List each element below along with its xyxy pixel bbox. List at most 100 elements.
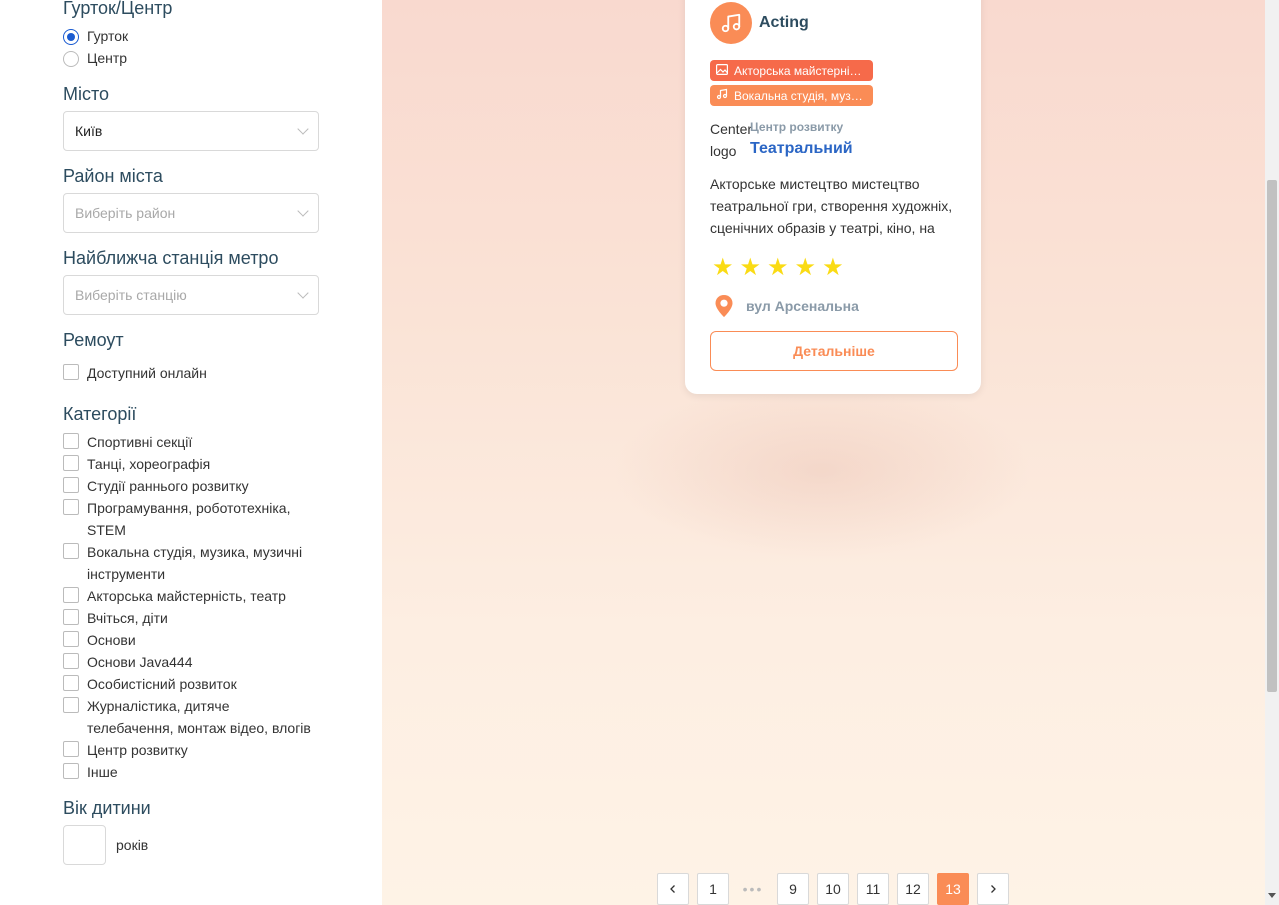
music-note-icon	[710, 2, 752, 44]
checkbox[interactable]	[63, 653, 79, 669]
card-address: вул Арсенальна	[746, 298, 859, 314]
category-label: Вокальна студія, музика, музичні інструм…	[87, 544, 303, 582]
district-select[interactable]: Виберіть район	[63, 193, 319, 233]
radio-label: Гурток	[87, 28, 129, 44]
checkbox[interactable]	[63, 433, 79, 449]
scrollbar-thumb[interactable]	[1267, 180, 1277, 692]
city-select[interactable]: Київ	[63, 111, 319, 151]
picture-icon	[716, 63, 729, 78]
category-checkbox[interactable]: Танці, хореографія	[63, 453, 315, 475]
next-page-button[interactable]	[977, 873, 1009, 905]
center-type: Центр розвитку	[750, 120, 844, 134]
district-filter-title: Район міста	[63, 166, 163, 186]
metro-select-placeholder: Виберіть станцію	[75, 287, 187, 303]
category-checkbox[interactable]: Вокальна студія, музика, музичні інструм…	[63, 541, 315, 585]
tag-label: Акторська майстерність, театр	[734, 63, 867, 78]
checkbox[interactable]	[63, 543, 79, 559]
categories-filter-title: Категорії	[63, 404, 137, 424]
star-icon: ★	[712, 254, 734, 281]
category-checkbox[interactable]: Особистісний розвиток	[63, 673, 315, 695]
checkbox[interactable]	[63, 675, 79, 691]
remote-checkbox-row[interactable]: Доступний онлайн	[63, 362, 315, 384]
star-icon: ★	[767, 254, 789, 281]
page-button[interactable]: 10	[817, 873, 849, 905]
category-label: Основи	[87, 632, 136, 648]
checkbox[interactable]	[63, 741, 79, 757]
category-checkbox[interactable]: Основи Java444	[63, 651, 315, 673]
checkbox-label: Доступний онлайн	[87, 365, 207, 381]
category-checkbox[interactable]: Студії раннього розвитку	[63, 475, 315, 497]
city-select-value: Київ	[75, 123, 103, 139]
category-checkbox[interactable]: Інше	[63, 761, 315, 783]
category-label: Інше	[87, 764, 118, 780]
music-note-icon	[716, 88, 728, 103]
star-icon: ★	[794, 254, 817, 281]
checkbox[interactable]	[63, 763, 79, 779]
scroll-down-arrow-icon[interactable]	[1268, 893, 1276, 898]
details-button[interactable]: Детальніше	[710, 331, 958, 371]
category-tag: Вокальна студія, музика, музичні інструм…	[710, 85, 873, 106]
card-description: Акторське мистецтво мистецтво театрально…	[710, 176, 953, 236]
background-glow	[612, 380, 1032, 560]
page-button[interactable]: 11	[857, 873, 889, 905]
page-button[interactable]: 1	[697, 873, 729, 905]
chevron-down-icon	[297, 287, 309, 299]
rating-stars: ★ ★ ★ ★ ★	[712, 256, 844, 280]
remote-filter-title: Ремоут	[63, 330, 124, 350]
category-label: Вчіться, діти	[87, 610, 168, 626]
category-label: Особистісний розвиток	[87, 676, 237, 692]
category-label: Студії раннього розвитку	[87, 478, 249, 494]
star-icon: ★	[739, 254, 762, 281]
category-label: Основи Java444	[87, 654, 193, 670]
category-checkbox[interactable]: Журналістика, дитяче телебачення, монтаж…	[63, 695, 315, 739]
category-label: Центр розвитку	[87, 742, 188, 758]
checkbox[interactable]	[63, 609, 79, 625]
age-unit-label: років	[116, 837, 149, 853]
chevron-down-icon	[297, 123, 309, 135]
location-pin-icon	[714, 294, 734, 323]
pagination-ellipsis[interactable]: •••	[737, 873, 769, 905]
center-name-link[interactable]: Театральний	[750, 140, 853, 158]
checkbox[interactable]	[63, 477, 79, 493]
category-label: Програмування, робототехніка, STEM	[87, 500, 291, 538]
category-checkbox[interactable]: Основи	[63, 629, 315, 651]
checkbox[interactable]	[63, 455, 79, 471]
checkbox[interactable]	[63, 499, 79, 515]
radio-center[interactable]: Центр	[63, 50, 127, 67]
radio-button-checked[interactable]	[63, 29, 79, 45]
age-filter-title: Вік дитини	[63, 798, 151, 818]
page-button[interactable]: 9	[777, 873, 809, 905]
category-label: Спортивні секції	[87, 434, 193, 450]
center-logo[interactable]: Center logo	[710, 118, 752, 162]
category-checkbox[interactable]: Вчіться, діти	[63, 607, 315, 629]
category-checkbox[interactable]: Центр розвитку	[63, 739, 315, 761]
category-label: Акторська майстерність, театр	[87, 588, 286, 604]
metro-select[interactable]: Виберіть станцію	[63, 275, 319, 315]
checkbox[interactable]	[63, 587, 79, 603]
radio-club[interactable]: Гурток	[63, 28, 128, 45]
prev-page-button[interactable]	[657, 873, 689, 905]
current-page-button[interactable]: 13	[937, 873, 969, 905]
district-select-placeholder: Виберіть район	[75, 205, 176, 221]
checkbox[interactable]	[63, 631, 79, 647]
chevron-left-icon	[668, 881, 678, 897]
radio-button[interactable]	[63, 51, 79, 67]
category-checkbox[interactable]: Акторська майстерність, театр	[63, 585, 315, 607]
type-filter-title: Гурток/Центр	[63, 0, 173, 18]
checkbox[interactable]	[63, 364, 79, 380]
star-icon: ★	[822, 254, 844, 281]
card-category-title: Acting	[759, 14, 809, 31]
page-button[interactable]: 12	[897, 873, 929, 905]
category-tag: Акторська майстерність, театр	[710, 60, 873, 81]
city-filter-title: Місто	[63, 84, 110, 104]
category-checkbox[interactable]: Спортивні секції	[63, 431, 315, 453]
category-checkbox[interactable]: Програмування, робототехніка, STEM	[63, 497, 315, 541]
chevron-down-icon	[297, 205, 309, 217]
category-label: Танці, хореографія	[87, 456, 211, 472]
metro-filter-title: Найближча станція метро	[63, 248, 279, 268]
filter-sidebar: Гурток/Центр Гурток Центр Місто Київ Рай…	[0, 0, 382, 905]
age-input[interactable]	[63, 825, 106, 865]
category-label: Журналістика, дитяче телебачення, монтаж…	[87, 698, 311, 736]
radio-label: Центр	[87, 50, 128, 66]
checkbox[interactable]	[63, 697, 79, 713]
